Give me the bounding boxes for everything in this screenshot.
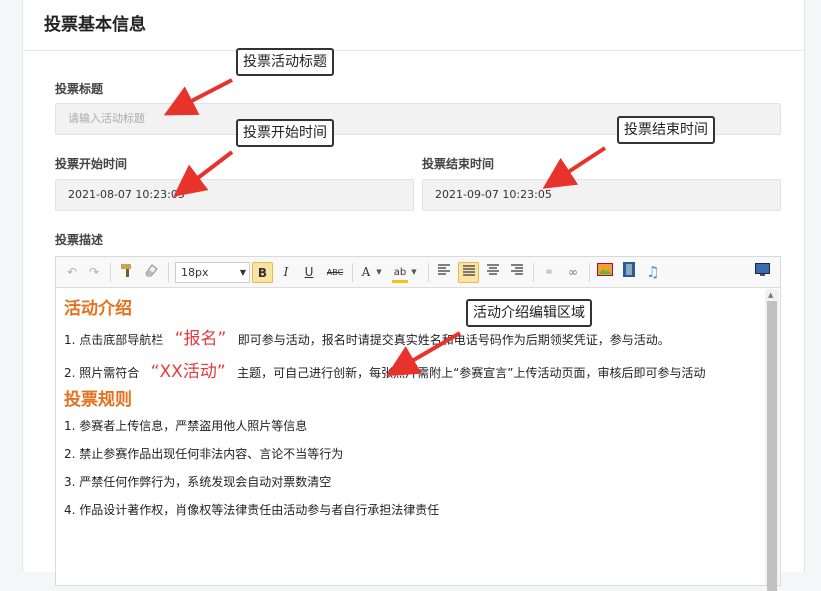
editor-toolbar: ↶ ↷ 18px ▼ B I U ABC A ▼ ab ▼ ⚭ ∞ ♫ [56, 257, 780, 288]
chevron-down-icon: ▼ [239, 268, 246, 277]
callout-start-time: 投票开始时间 [236, 119, 334, 147]
p2-highlight: “XX活动” [150, 362, 226, 382]
p2-prefix: 2. 照片需符合 [64, 366, 140, 380]
image-icon[interactable] [596, 262, 614, 283]
fullscreen-icon[interactable] [753, 262, 771, 283]
format-painter-icon[interactable] [118, 262, 136, 283]
rule-item: 2. 禁止参赛作品出现任何非法内容、言论不当等行为 [64, 447, 344, 461]
italic-button[interactable]: I [278, 262, 294, 283]
p1-suffix: 即可参与活动，报名时请提交真实姓名和电话号码作为后期领奖凭证，参与活动。 [237, 333, 670, 347]
scroll-up-icon[interactable]: ▲ [768, 291, 773, 299]
start-time-label: 投票开始时间 [55, 157, 128, 171]
panel-title: 投票基本信息 [44, 15, 146, 35]
font-size-value: 18px [181, 266, 209, 279]
title-label: 投票标题 [55, 82, 104, 96]
strikethrough-button[interactable]: ABC [324, 262, 346, 283]
rule-item: 1. 参赛者上传信息，严禁盗用他人照片等信息 [64, 419, 308, 433]
editor-content[interactable]: 活动介绍 1. 点击底部导航栏 “报名” 即可参与活动，报名时请提交真实姓名和电… [56, 289, 764, 585]
font-size-select[interactable]: 18px ▼ [175, 262, 250, 283]
p2-suffix: 主题，可自己进行创新，每张照片需附上“参赛宣言”上传活动页面，审核后即可参与活动 [237, 366, 706, 380]
video-icon[interactable] [620, 262, 638, 283]
p1-prefix: 1. 点击底部导航栏 [64, 333, 164, 347]
bold-button[interactable]: B [252, 262, 273, 283]
description-label: 投票描述 [55, 233, 104, 247]
callout-end-time: 投票结束时间 [617, 116, 715, 144]
end-time-label: 投票结束时间 [422, 157, 495, 171]
rich-text-editor[interactable]: ↶ ↷ 18px ▼ B I U ABC A ▼ ab ▼ ⚭ ∞ ♫ 活动介绍… [55, 256, 781, 591]
editor-scrollbar[interactable]: ▲ [765, 289, 779, 591]
end-time-input[interactable]: 2021-09-07 10:23:05 [422, 179, 781, 211]
music-icon[interactable]: ♫ [644, 262, 662, 283]
underline-button[interactable]: U [301, 262, 317, 283]
paragraph-1: 1. 点击底部导航栏 “报名” 即可参与活动，报名时请提交真实姓名和电话号码作为… [64, 325, 756, 354]
paragraph-2: 2. 照片需符合 “XX活动” 主题，可自己进行创新，每张照片需附上“参赛宣言”… [64, 358, 756, 387]
heading-activity-intro: 活动介绍 [64, 299, 132, 319]
rule-item: 3. 严禁任何作弊行为，系统发现会自动对票数清空 [64, 475, 332, 489]
undo-icon[interactable]: ↶ [64, 262, 80, 283]
align-center-icon[interactable] [484, 262, 502, 283]
chevron-down-icon[interactable]: ▼ [409, 262, 419, 283]
font-color-button[interactable]: A [359, 262, 373, 283]
align-justify-icon[interactable] [458, 262, 479, 283]
align-left-icon[interactable] [435, 262, 453, 283]
panel-divider [23, 50, 806, 51]
chevron-down-icon[interactable]: ▼ [374, 262, 384, 283]
align-right-icon[interactable] [508, 262, 526, 283]
rule-item: 4. 作品设计著作权，肖像权等法律责任由活动参与者自行承担法律责任 [64, 503, 440, 517]
link-icon[interactable]: ∞ [564, 262, 582, 283]
redo-icon[interactable]: ↷ [86, 262, 102, 283]
heading-vote-rules: 投票规则 [64, 390, 132, 410]
scrollbar-thumb[interactable] [767, 301, 777, 591]
unlink-icon[interactable]: ⚭ [540, 262, 558, 283]
highlight-color-button[interactable]: ab [392, 262, 408, 283]
callout-editor: 活动介绍编辑区域 [466, 299, 592, 327]
start-time-input[interactable]: 2021-08-07 10:23:05 [55, 179, 414, 211]
callout-title: 投票活动标题 [236, 48, 334, 76]
eraser-icon[interactable] [142, 262, 160, 283]
p1-highlight: “报名” [174, 329, 227, 349]
